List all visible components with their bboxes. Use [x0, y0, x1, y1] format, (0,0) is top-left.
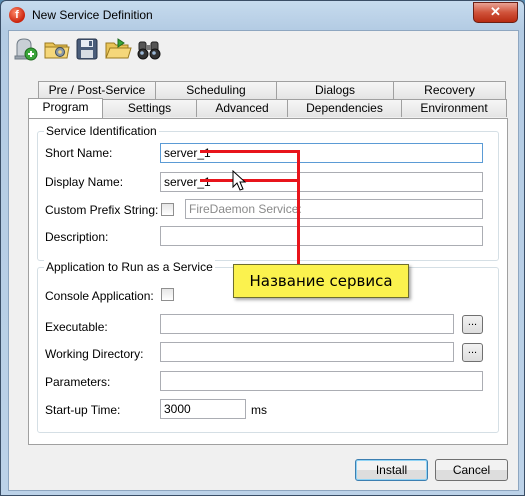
callout-line-vertical — [297, 150, 300, 266]
working-directory-browse-button[interactable]: ... — [462, 343, 483, 362]
dialog-client-area: Pre / Post-Service Scheduling Dialogs Re… — [8, 30, 519, 491]
tab-scheduling[interactable]: Scheduling — [155, 81, 277, 99]
service-identification-title: Service Identification — [44, 124, 159, 138]
save-icon[interactable] — [73, 35, 101, 63]
settings-folder-icon[interactable] — [43, 35, 71, 63]
application-group-title: Application to Run as a Service — [44, 260, 215, 274]
startup-time-label: Start-up Time: — [45, 403, 121, 417]
add-icon[interactable] — [12, 35, 40, 63]
startup-time-unit: ms — [251, 403, 267, 417]
open-folder-icon[interactable] — [104, 35, 132, 63]
tab-settings[interactable]: Settings — [102, 99, 197, 117]
title-bar[interactable]: f New Service Definition ✕ — [1, 1, 524, 29]
binoculars-icon[interactable] — [135, 35, 163, 63]
startup-time-input[interactable]: 3000 — [160, 399, 246, 419]
tab-program[interactable]: Program — [28, 98, 103, 118]
executable-input[interactable] — [160, 314, 454, 334]
annotation-callout: Название сервиса — [233, 264, 409, 298]
short-name-label: Short Name: — [45, 146, 113, 160]
custom-prefix-label: Custom Prefix String: — [45, 203, 159, 217]
cancel-button[interactable]: Cancel — [435, 459, 508, 481]
window-title: New Service Definition — [32, 8, 153, 22]
install-button[interactable]: Install — [355, 459, 428, 481]
tab-pre-post-service[interactable]: Pre / Post-Service — [38, 81, 156, 99]
console-application-label: Console Application: — [45, 289, 154, 303]
close-button[interactable]: ✕ — [473, 2, 518, 23]
service-definition-window: f New Service Definition ✕ Pre / Post-Se… — [0, 0, 525, 496]
toolbar — [9, 31, 518, 69]
description-label: Description: — [45, 230, 109, 244]
short-name-input[interactable]: server_1 — [160, 143, 483, 163]
callout-line-short-name — [200, 150, 299, 153]
executable-label: Executable: — [45, 320, 108, 334]
tab-dialogs[interactable]: Dialogs — [276, 81, 394, 99]
working-directory-label: Working Directory: — [45, 347, 144, 361]
display-name-label: Display Name: — [45, 175, 124, 189]
custom-prefix-input[interactable]: FireDaemon Service: — [185, 199, 483, 219]
callout-line-display-name — [200, 179, 299, 182]
working-directory-input[interactable] — [160, 342, 454, 362]
tab-advanced[interactable]: Advanced — [196, 99, 288, 117]
description-input[interactable] — [160, 226, 483, 246]
custom-prefix-checkbox[interactable] — [161, 203, 174, 216]
mouse-cursor-icon — [232, 170, 247, 191]
tab-dependencies[interactable]: Dependencies — [287, 99, 402, 117]
console-application-checkbox[interactable] — [161, 288, 174, 301]
parameters-input[interactable] — [160, 371, 483, 391]
app-icon: f — [9, 7, 25, 23]
parameters-label: Parameters: — [45, 375, 111, 389]
tab-recovery[interactable]: Recovery — [393, 81, 506, 99]
tab-environment[interactable]: Environment — [401, 99, 507, 117]
display-name-input[interactable]: server_1 — [160, 172, 483, 192]
executable-browse-button[interactable]: ... — [462, 315, 483, 334]
